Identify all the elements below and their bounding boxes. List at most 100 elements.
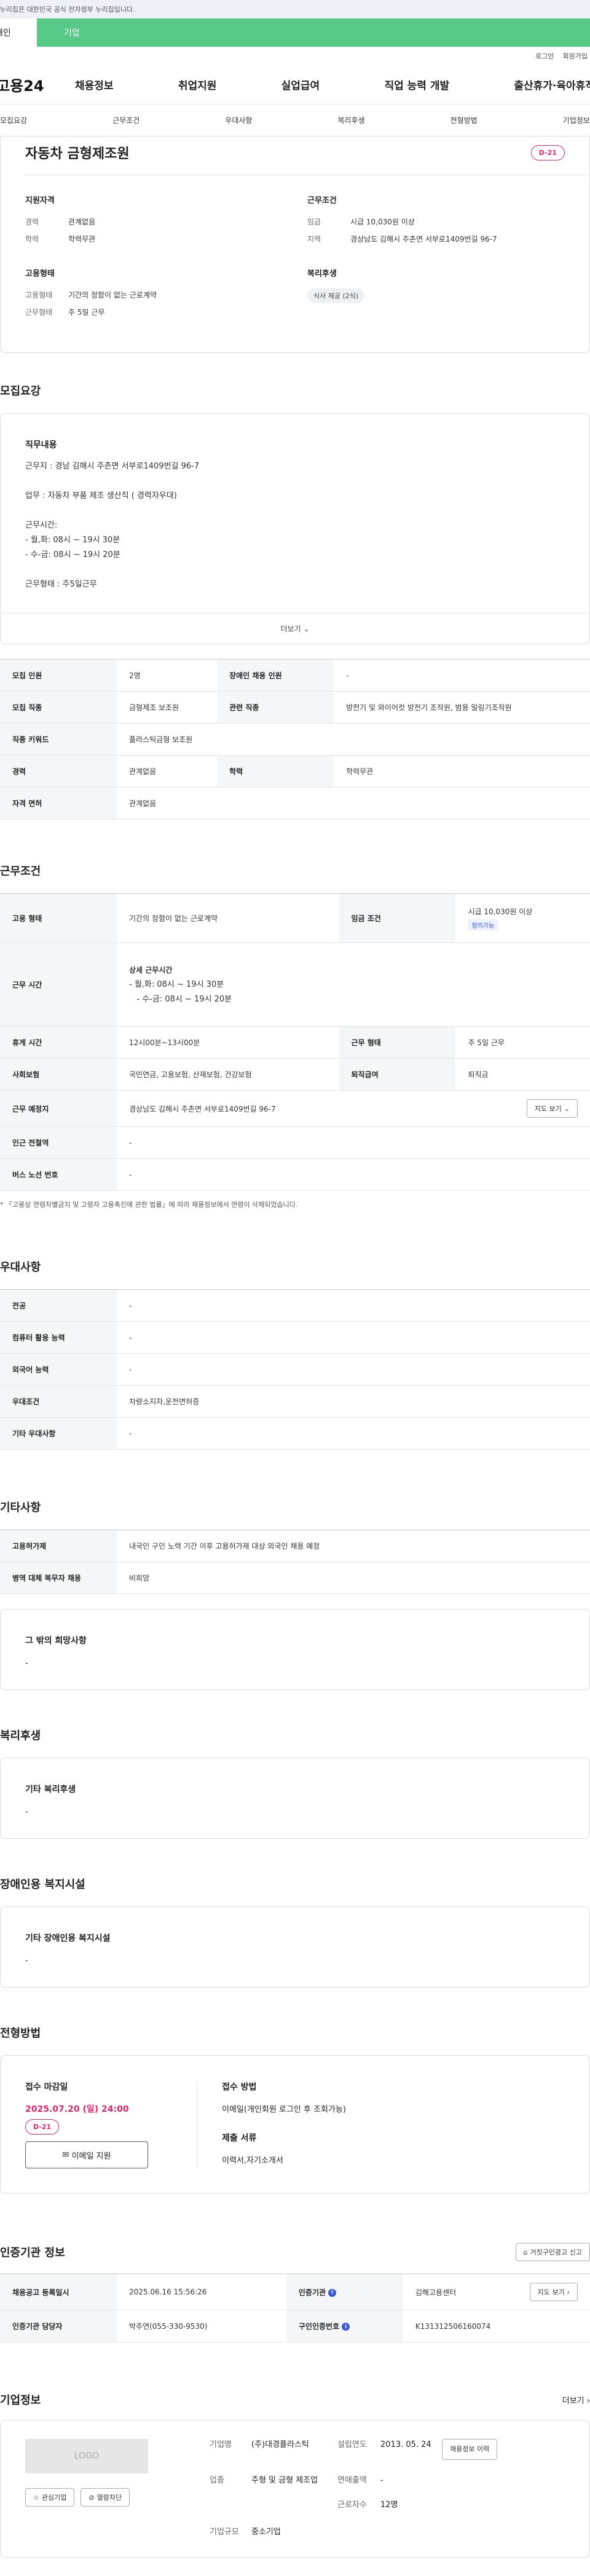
section-title-welfare: 복리후생 [0, 1729, 41, 1742]
hours-title: 상세 근무시간 [129, 965, 173, 974]
th-headcount: 모집 인원 [0, 659, 117, 692]
gnb-item-jobs[interactable]: 채용정보 [75, 77, 114, 92]
table-row: 직종 키워드 플라스틱금형 보조원 [0, 723, 590, 756]
subnav-process[interactable]: 전형방법 [450, 115, 478, 125]
th-cert-org: 인증기관 i [286, 2274, 403, 2310]
th-wage: 임금 조건 [339, 893, 456, 943]
cert-org-value: 김해고용센터 [415, 2288, 457, 2297]
section-title-conditions: 근무조건 [0, 865, 41, 878]
favorite-company-button[interactable]: ☆ 관심기업 [25, 2488, 75, 2507]
job-desc-text: 근무지 : 경남 김해시 주촌면 서부로1409번길 96-7 업무 : 자동차… [25, 462, 200, 589]
subnav-conditions[interactable]: 근무조건 [112, 115, 140, 125]
subnav-company[interactable]: 기업정보 [563, 115, 590, 125]
more-button[interactable]: 더보기 ⌄ [1, 613, 589, 644]
subnav-preference[interactable]: 우대사항 [225, 115, 252, 125]
th-language: 외국어 능력 [0, 1353, 117, 1386]
region-value: 경상남도 김해시 주촌면 서부로1409번길 96-7 [350, 235, 497, 243]
info-icon[interactable]: i [342, 2323, 350, 2331]
disabled-facility-value: - [25, 1956, 28, 1966]
th-computer: 컴퓨터 활용 능력 [0, 1321, 117, 1354]
job-history-button[interactable]: 채용정보 이력 [442, 2439, 498, 2460]
th-disabled-headcount: 장애인 채용 인원 [217, 659, 334, 692]
wtype-value: 주 5일 근무 [68, 308, 105, 317]
th-retirement: 퇴직급여 [339, 1058, 456, 1091]
docs-value: 이력서,자기소개서 [222, 2156, 283, 2165]
negotiable-badge: 협의가능 [468, 919, 498, 931]
chevron-right-icon: › [586, 2396, 590, 2406]
th-workplace: 근무 예정지 [0, 1090, 117, 1127]
login-link[interactable]: 로그인 [535, 51, 554, 61]
gnb-item-parental-leave[interactable]: 출산휴가·육아휴직 [514, 77, 590, 92]
company-name-value: (주)대경플라스틱 [251, 2440, 309, 2449]
table-row: 근무 예정지 경상남도 김해시 주촌면 서부로1409번길 96-7 지도 보기… [0, 1090, 590, 1127]
th-major: 전공 [0, 1289, 117, 1322]
th-military: 병역 대체 복무자 채용 [0, 1562, 117, 1594]
td-cert-org: 김해고용센터 지도 보기 › [403, 2274, 590, 2310]
table-row: 버스 노선 번호 - [0, 1158, 590, 1191]
wage-text: 시급 10,030원 이상 [468, 907, 533, 916]
employees-value: 12명 [380, 2500, 398, 2510]
table-row: 사회보험 국민연금, 고용보험, 산재보험, 건강보험 퇴직급여 퇴직금 [0, 1058, 590, 1091]
company-card: LOGO ☆ 관심기업 ⊘ 열람차단 기업명 (주)대경플라스틱 설립연도 2013… [0, 2420, 590, 2558]
td-workplace: 경상남도 김해시 주촌면 서부로1409번길 96-7 지도 보기 ⌄ [117, 1090, 590, 1127]
info-icon[interactable]: i [328, 2288, 337, 2297]
table-row: 인근 전철역 - [0, 1126, 590, 1159]
cert-org-label: 인증기관 [298, 2288, 326, 2297]
td-insurance: 국민연금, 고용보험, 산재보험, 건강보험 [117, 1058, 339, 1091]
gnb-item-vocational-training[interactable]: 직업 능력 개발 [384, 77, 449, 92]
region-label: 지역 [307, 235, 321, 243]
gnb-item-employment-support[interactable]: 취업지원 [178, 77, 217, 92]
cert-map-button[interactable]: 지도 보기 › [529, 2283, 578, 2301]
table-row: 기타 우대사항 - [0, 1417, 590, 1450]
td-job-keyword: 플라스틱금형 보조원 [117, 723, 590, 756]
wtype-label: 근무형태 [25, 308, 53, 317]
map-view-button[interactable]: 지도 보기 ⌄ [526, 1099, 578, 1118]
th-wtype: 근무 형태 [339, 1026, 456, 1059]
education-label: 학력 [25, 235, 39, 243]
site-logo[interactable]: 고용24 [0, 74, 75, 95]
etc-table: 고용허가제 내국인 구인 노력 기간 이후 고용허가제 대상 외국인 채용 예정 … [0, 1530, 590, 1594]
company-size-label: 기업규모 [210, 2527, 239, 2537]
section-title-disabled: 장애인용 복지시설 [0, 1878, 85, 1891]
gov-notice-text: 이 누리집은 대한민국 공식 전자정부 누리집입니다. [0, 6, 135, 14]
user-type-tabs: 개인 기업 [0, 18, 590, 47]
th-bus: 버스 노선 번호 [0, 1158, 117, 1191]
company-more-link[interactable]: 더보기 › [562, 2394, 590, 2406]
td-retirement: 퇴직금 [455, 1058, 590, 1091]
block-view-button[interactable]: ⊘ 열람차단 [81, 2488, 130, 2507]
td-etype: 기간의 정함이 없는 근로계약 [117, 893, 339, 943]
th-other-pref: 기타 우대사항 [0, 1417, 117, 1450]
tab-individual[interactable]: 개인 [0, 18, 37, 47]
subnav-welfare[interactable]: 복리후생 [337, 115, 364, 125]
td-hours: 상세 근무시간 - 월,화: 08시 ~ 19시 30분 - 수-금: 08시 … [117, 942, 590, 1027]
th-preference: 우대조건 [0, 1385, 117, 1418]
welfare-block: 복리후생 식사 제공 (2식) [307, 267, 589, 323]
industry-label: 업종 [210, 2476, 224, 2485]
section-subnav: 모집요강 근무조건 우대사항 복리후생 전형방법 기업정보 [0, 105, 590, 136]
qualification-title: 지원자격 [25, 196, 55, 205]
email-apply-button[interactable]: ✉ 이메일 지원 [25, 2141, 148, 2168]
subnav-recruit[interactable]: 모집요강 [0, 115, 27, 125]
education-value: 학력무관 [68, 235, 96, 243]
wage-value: 시급 10,030원 이상 [350, 218, 415, 226]
welfare-card: 기타 복리후생 - [0, 1758, 590, 1839]
th-cert-number: 구인인증번호 i [286, 2310, 403, 2342]
dday-badge: D-21 [25, 2119, 60, 2135]
td-preference: 차량소지자,운전면허증 [117, 1385, 590, 1418]
tab-business[interactable]: 기업 [37, 18, 590, 47]
job-desc-title: 직무내용 [25, 440, 57, 450]
td-other-pref: - [117, 1417, 590, 1450]
td-career: 관계없음 [117, 755, 218, 788]
signup-link[interactable]: 회원가입 [563, 51, 588, 61]
false-ad-report-button[interactable]: ⌂ 거짓구인광고 신고 [515, 2243, 590, 2261]
wage-label: 임금 [307, 218, 321, 226]
gnb-item-unemployment-benefit[interactable]: 실업급여 [281, 77, 320, 92]
td-headcount: 2명 [117, 659, 218, 692]
company-header: 기업정보 더보기 › [0, 2392, 590, 2408]
method-title: 접수 방법 [222, 2082, 257, 2092]
th-job-type: 모집 직종 [0, 691, 117, 724]
condition-title: 근무조건 [307, 196, 337, 205]
td-education: 학력무관 [334, 755, 590, 788]
workplace-address: 경상남도 김해시 주촌면 서부로1409번길 96-7 [129, 1104, 276, 1113]
table-row: 컴퓨터 활용 능력 - [0, 1321, 590, 1354]
